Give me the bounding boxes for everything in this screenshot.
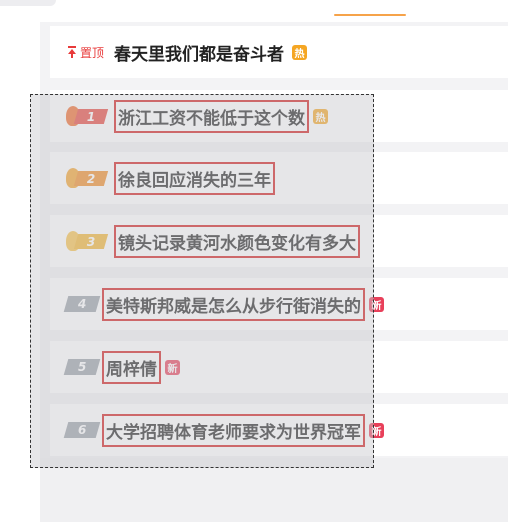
rank-6-badge: 6 — [63, 422, 101, 438]
top-bar — [0, 0, 508, 22]
pinned-badge: 置顶 — [66, 44, 104, 61]
hot-item-title[interactable]: 大学招聘体育老师要求为世界冠军 — [102, 413, 365, 447]
hot-item-title[interactable]: 美特斯邦威是怎么从步行街消失的 — [102, 287, 365, 321]
hot-list-item[interactable]: 6 大学招聘体育老师要求为世界冠军 新 — [50, 404, 508, 456]
hot-item-title[interactable]: 周梓倩 — [102, 350, 161, 384]
pin-top-icon — [66, 46, 78, 58]
rank-3-badge: 3 — [66, 231, 109, 251]
hot-list-item[interactable]: 2 徐良回应消失的三年 — [50, 152, 508, 204]
page-background — [40, 458, 508, 522]
hot-list-item[interactable]: 4 美特斯邦威是怎么从步行街消失的 新 — [50, 278, 508, 330]
rank-2-badge: 2 — [66, 168, 109, 188]
hot-list-item[interactable]: 5 周梓倩 新 — [50, 341, 508, 393]
hot-item-title[interactable]: 浙江工资不能低于这个数 — [114, 99, 309, 133]
new-tag-icon: 新 — [369, 296, 384, 312]
top-tab-remnant — [0, 0, 56, 6]
hot-tag-icon: 热 — [292, 44, 308, 60]
hot-list-item[interactable]: 1 浙江工资不能低于这个数 热 — [50, 90, 508, 142]
rank-1-badge: 1 — [66, 106, 109, 126]
hot-item-title[interactable]: 徐良回应消失的三年 — [114, 161, 275, 195]
left-gutter — [0, 22, 40, 522]
new-tag-icon: 新 — [369, 422, 384, 438]
new-tag-icon: 新 — [165, 359, 180, 375]
rank-4-badge: 4 — [63, 296, 101, 312]
hot-item-title[interactable]: 镜头记录黄河水颜色变化有多大 — [114, 224, 360, 258]
pinned-title[interactable]: 春天里我们都是奋斗者 — [114, 40, 284, 65]
hot-tag-icon: 热 — [313, 108, 328, 124]
pinned-item[interactable]: 置顶 春天里我们都是奋斗者 热 — [50, 26, 508, 78]
rank-5-badge: 5 — [63, 359, 101, 375]
pinned-badge-label: 置顶 — [80, 45, 105, 60]
active-tab-indicator — [334, 14, 406, 16]
hot-list-item[interactable]: 3 镜头记录黄河水颜色变化有多大 — [50, 215, 508, 267]
